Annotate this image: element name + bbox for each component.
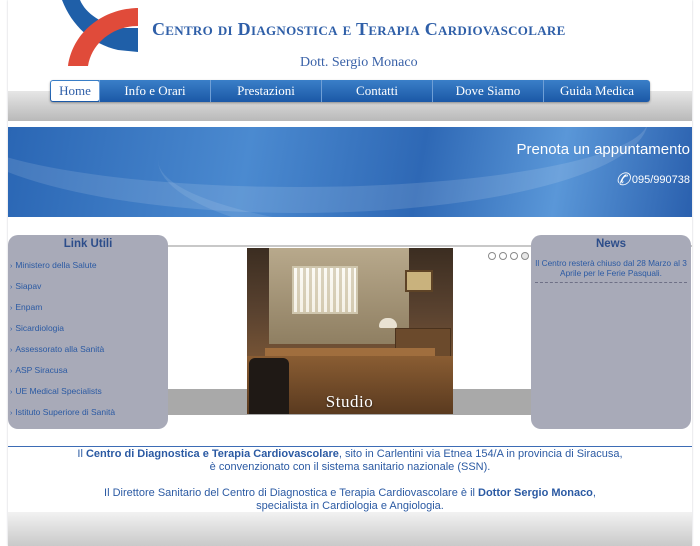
link-label: Sicardiologia bbox=[15, 323, 65, 333]
slide-image[interactable] bbox=[247, 248, 453, 414]
link-label: Assessorato alla Sanità bbox=[15, 344, 105, 354]
link-item[interactable]: › Assessorato alla Sanità bbox=[8, 342, 168, 363]
photo-blinds bbox=[294, 268, 356, 312]
intro-text-span: Il Direttore Sanitario del Centro di Dia… bbox=[104, 487, 479, 499]
nav-item-info-orari[interactable]: Info e Orari bbox=[99, 80, 210, 102]
photo-lamp bbox=[379, 318, 397, 328]
link-label: Ministero della Salute bbox=[15, 260, 97, 270]
phone-number-text: 095/990738 bbox=[631, 174, 690, 186]
slide-dot-2[interactable] bbox=[499, 252, 507, 260]
intro-text: Il Centro di Diagnostica e Terapia Cardi… bbox=[8, 448, 692, 513]
links-panel: Link Utili › Ministero della Salute › Siap… bbox=[8, 235, 168, 429]
news-item[interactable]: Il Centro resterà chiuso dal 28 Marzo al… bbox=[535, 258, 687, 283]
logo[interactable] bbox=[58, 0, 138, 66]
slideshow: Studio bbox=[168, 247, 531, 415]
link-label: UE Medical Specialists bbox=[15, 386, 102, 396]
intro-paragraph-1: Il Centro di Diagnostica e Terapia Cardi… bbox=[8, 448, 692, 461]
link-label: Siapav bbox=[15, 281, 42, 291]
link-item[interactable]: › Ministero della Salute bbox=[8, 258, 168, 279]
nav-item-guida-medica[interactable]: Guida Medica bbox=[543, 80, 650, 102]
nav-item-home[interactable]: Home bbox=[51, 81, 99, 101]
intro-text-span: , bbox=[592, 487, 596, 499]
links-list: › Ministero della Salute › Siapav › Enpam ›… bbox=[8, 258, 168, 426]
chevron-right-icon: › bbox=[10, 284, 13, 291]
links-panel-title: Link Utili bbox=[63, 238, 113, 250]
link-item[interactable]: › Istituto Superiore di Sanità bbox=[8, 405, 168, 426]
booking-cta[interactable]: Prenota un appuntamento bbox=[517, 141, 690, 158]
intro-paragraph-2: Il Direttore Sanitario del Centro di Dia… bbox=[8, 487, 692, 500]
chevron-right-icon: › bbox=[10, 389, 13, 396]
photo-frame bbox=[405, 270, 433, 292]
slide-dot-4[interactable] bbox=[521, 252, 529, 260]
news-panel: News Il Centro resterà chiuso dal 28 Mar… bbox=[531, 235, 691, 429]
main-nav: Home Info e Orari Prestazioni Contatti D… bbox=[50, 80, 650, 102]
slide-dot-3[interactable] bbox=[510, 252, 518, 260]
slide-dot-1[interactable] bbox=[488, 252, 496, 260]
center-name: Centro di Diagnostica e Terapia Cardiova… bbox=[85, 448, 339, 460]
nav-item-prestazioni[interactable]: Prestazioni bbox=[210, 80, 321, 102]
news-panel-title: News bbox=[595, 238, 627, 250]
link-item[interactable]: › Sicardiologia bbox=[8, 321, 168, 342]
link-label: Enpam bbox=[15, 302, 43, 312]
intro-text-span: Il bbox=[77, 448, 86, 460]
chevron-right-icon: › bbox=[10, 305, 13, 312]
footer-band bbox=[8, 512, 692, 546]
chevron-right-icon: › bbox=[10, 368, 13, 375]
photo-window bbox=[292, 266, 358, 314]
link-label: ASP Siracusa bbox=[15, 365, 68, 375]
director-name: Dottor Sergio Monaco bbox=[478, 487, 593, 499]
chevron-right-icon: › bbox=[10, 347, 13, 354]
slideshow-pager bbox=[488, 252, 532, 260]
phone-number[interactable]: ✆ 095/990738 bbox=[616, 170, 690, 190]
link-item[interactable]: › UE Medical Specialists bbox=[8, 384, 168, 405]
link-item[interactable]: › ASP Siracusa bbox=[8, 363, 168, 384]
chevron-right-icon: › bbox=[10, 326, 13, 333]
content-divider bbox=[8, 446, 692, 447]
site-subtitle: Dott. Sergio Monaco bbox=[300, 55, 418, 70]
site-title: Centro di Diagnostica e Terapia Cardiova… bbox=[152, 19, 566, 39]
page: Centro di Diagnostica e Terapia Cardiova… bbox=[8, 0, 692, 546]
intro-text-span: , sito in Carlentini via Etnea 154/A in … bbox=[338, 448, 623, 460]
intro-paragraph-1-line-2: è convenzionato con il sistema sanitario… bbox=[209, 461, 491, 473]
link-label: Istituto Superiore di Sanità bbox=[15, 407, 116, 417]
nav-item-contatti[interactable]: Contatti bbox=[321, 80, 432, 102]
chevron-right-icon: › bbox=[10, 410, 13, 417]
hero-banner: Prenota un appuntamento ✆ 095/990738 bbox=[8, 127, 692, 217]
nav-item-dove-siamo[interactable]: Dove Siamo bbox=[432, 80, 543, 102]
chevron-right-icon: › bbox=[10, 263, 13, 270]
link-item[interactable]: › Enpam bbox=[8, 300, 168, 321]
link-item[interactable]: › Siapav bbox=[8, 279, 168, 300]
phone-icon: ✆ bbox=[615, 170, 630, 189]
slide-caption: Studio bbox=[325, 392, 374, 411]
